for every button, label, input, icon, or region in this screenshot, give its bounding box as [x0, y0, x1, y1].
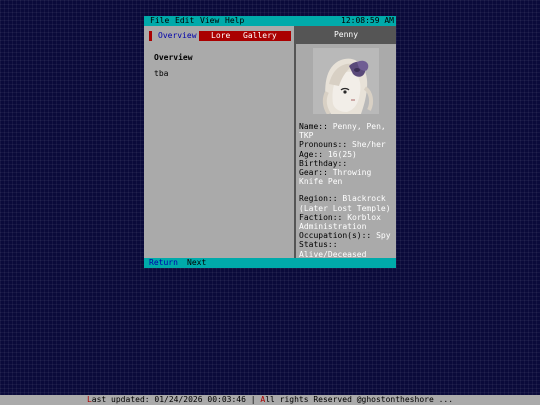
field-faction: Faction:: Korblox Administration — [299, 212, 381, 232]
field-region: Region:: Blackrock (Later Lost Temple) — [299, 194, 391, 213]
content-pane: Overview Lore Gallery Overview tba — [144, 26, 294, 258]
profile-pane[interactable]: Penny Name:: Penny, Pen, TKP Pronouns:: … — [296, 26, 396, 258]
field-spacer — [299, 186, 395, 194]
profile-window: File Edit View Help 12:08:59 AM Overview… — [144, 16, 396, 268]
section-heading: Overview — [154, 53, 193, 62]
menu-view[interactable]: View — [200, 17, 219, 25]
menu-edit[interactable]: Edit — [175, 17, 194, 25]
return-button[interactable]: Return — [149, 259, 178, 267]
profile-name-header: Penny — [296, 26, 396, 44]
status-bar: Last updated: 01/24/2026 00:03:46 | All … — [0, 395, 540, 405]
last-updated-text: ast updated: 01/24/2026 00:03:46 | — [91, 395, 261, 404]
character-portrait — [313, 48, 379, 114]
menu-file[interactable]: File — [150, 17, 169, 25]
tab-gallery[interactable]: Gallery — [243, 31, 277, 41]
rights-text: ll rights Reserved @ghostontheshore ... — [265, 395, 454, 404]
field-birthday: Birthday:: — [299, 158, 348, 168]
profile-info: Name:: Penny, Pen, TKP Pronouns:: She/he… — [299, 122, 395, 258]
next-button[interactable]: Next — [187, 259, 206, 267]
menu-help[interactable]: Help — [225, 17, 244, 25]
field-gear: Gear:: Throwing Knife Pen — [299, 168, 372, 187]
field-age: Age:: 16(25) — [299, 149, 357, 159]
field-status: Status:: Alive/Deceased — [299, 240, 367, 258]
clock: 12:08:59 AM — [341, 16, 394, 25]
navigation-bar: Return Next — [144, 258, 396, 268]
field-pronouns: Pronouns:: She/her — [299, 140, 386, 150]
field-occupation: Occupation(s):: Spy — [299, 231, 391, 241]
field-name: Name:: Penny, Pen, TKP — [299, 122, 386, 141]
tab-lore[interactable]: Lore — [211, 31, 230, 41]
section-body: tba — [154, 69, 169, 78]
tab-bar: Overview Lore Gallery — [149, 31, 291, 41]
character-portrait-image — [313, 48, 379, 114]
tab-overview[interactable]: Overview — [149, 31, 199, 41]
menu-bar: File Edit View Help 12:08:59 AM — [144, 16, 396, 26]
